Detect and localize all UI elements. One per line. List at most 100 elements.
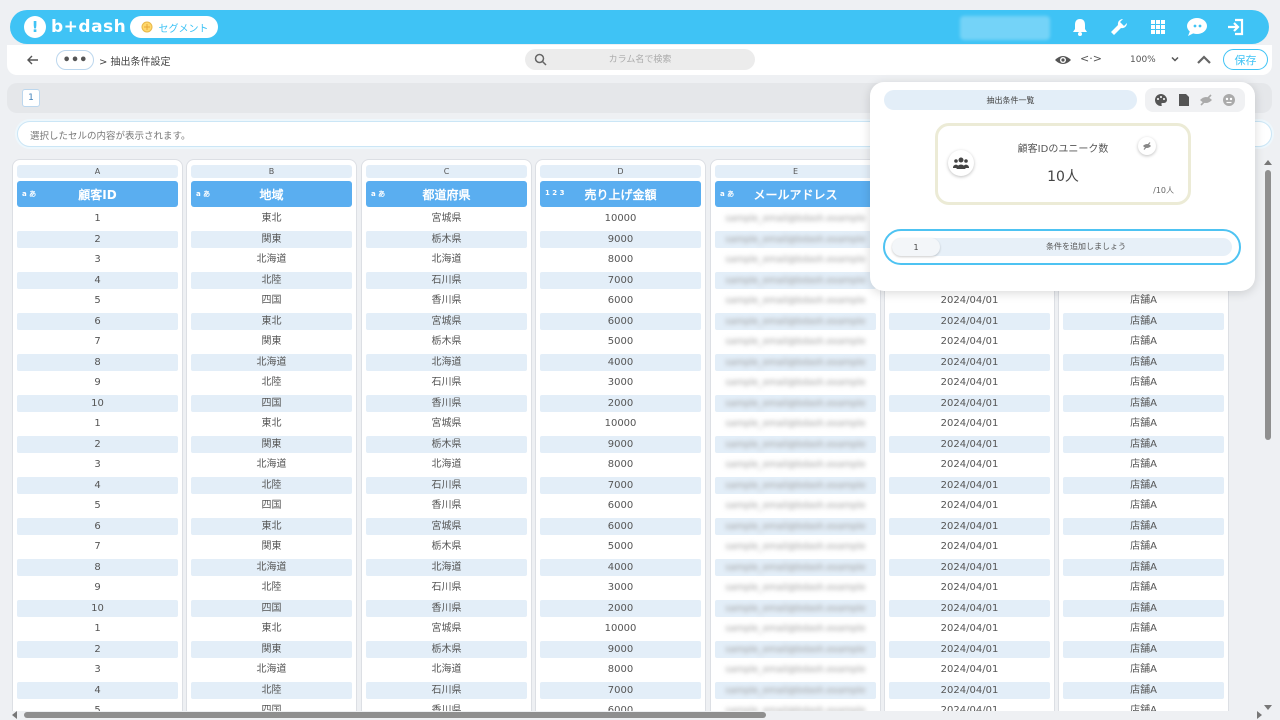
scroll-right-icon[interactable] (1257, 711, 1262, 719)
table-cell[interactable]: sample_email@bdash.example (715, 599, 876, 617)
scroll-up-icon[interactable] (1264, 160, 1272, 165)
table-cell[interactable]: 宮城県 (366, 210, 527, 227)
segment-button[interactable]: セグメント (130, 16, 218, 38)
column-width-icon[interactable]: <·> (1080, 52, 1102, 68)
table-cell[interactable]: 店舗A (1063, 497, 1224, 514)
table-cell[interactable]: 9 (17, 579, 178, 596)
table-cell[interactable]: 8000 (540, 456, 701, 473)
table-cell[interactable]: 店舗A (1063, 558, 1224, 576)
table-cell[interactable]: 北海道 (366, 661, 527, 678)
table-cell[interactable]: 2024/04/01 (889, 312, 1050, 330)
scroll-down-icon[interactable] (1264, 705, 1272, 710)
table-cell[interactable]: 9000 (540, 640, 701, 658)
table-cell[interactable]: 北海道 (191, 251, 352, 268)
table-cell[interactable]: sample_email@bdash.example (715, 497, 876, 514)
table-cell[interactable]: 4 (17, 271, 178, 289)
horizontal-scroll-thumb[interactable] (24, 712, 766, 718)
table-cell[interactable]: 3 (17, 661, 178, 678)
table-cell[interactable]: 2024/04/01 (889, 620, 1050, 637)
table-cell[interactable]: 7000 (540, 681, 701, 699)
hide-count-icon[interactable] (1138, 137, 1156, 155)
table-cell[interactable]: 店舗A (1063, 353, 1224, 371)
table-cell[interactable]: 店舗A (1063, 435, 1224, 453)
table-cell[interactable]: sample_email@bdash.example (715, 579, 876, 596)
table-cell[interactable]: 7 (17, 538, 178, 555)
table-cell[interactable]: 6000 (540, 312, 701, 330)
table-cell[interactable]: 6 (17, 517, 178, 535)
more-button[interactable]: ••• (56, 50, 94, 70)
search-input[interactable] (525, 49, 755, 70)
table-cell[interactable]: 栃木県 (366, 640, 527, 658)
table-cell[interactable]: sample_email@bdash.example (715, 435, 876, 453)
table-cell[interactable]: sample_email@bdash.example (715, 312, 876, 330)
eye-off-icon[interactable] (1199, 93, 1213, 107)
document-icon[interactable] (1177, 93, 1191, 107)
table-cell[interactable]: 1 (17, 210, 178, 227)
table-cell[interactable]: 北陸 (191, 476, 352, 494)
table-cell[interactable]: 10 (17, 599, 178, 617)
table-cell[interactable]: 2024/04/01 (889, 702, 1050, 711)
table-cell[interactable]: 4 (17, 681, 178, 699)
table-cell[interactable]: sample_email@bdash.example (715, 558, 876, 576)
table-cell[interactable]: 8 (17, 558, 178, 576)
table-cell[interactable]: 店舗A (1063, 476, 1224, 494)
table-cell[interactable]: 香川県 (366, 497, 527, 514)
table-cell[interactable]: 店舗A (1063, 579, 1224, 596)
table-cell[interactable]: 4000 (540, 353, 701, 371)
table-cell[interactable]: 栃木県 (366, 435, 527, 453)
table-cell[interactable]: 北陸 (191, 374, 352, 391)
table-cell[interactable]: 2024/04/01 (889, 538, 1050, 555)
table-cell[interactable]: sample_email@bdash.example (715, 374, 876, 391)
palette-icon[interactable] (1154, 93, 1168, 107)
table-cell[interactable]: 北海道 (191, 456, 352, 473)
table-cell[interactable]: 宮城県 (366, 415, 527, 432)
table-cell[interactable]: 8000 (540, 251, 701, 268)
table-cell[interactable]: 8 (17, 353, 178, 371)
eye-icon[interactable] (1054, 52, 1072, 68)
table-cell[interactable]: 北海道 (191, 353, 352, 371)
table-cell[interactable]: sample_email@bdash.example (715, 538, 876, 555)
zoom-select[interactable]: 100% (1107, 49, 1185, 71)
table-cell[interactable]: 店舗A (1063, 661, 1224, 678)
table-cell[interactable]: sample_email@bdash.example (715, 681, 876, 699)
table-cell[interactable]: 北海道 (191, 661, 352, 678)
table-cell[interactable]: sample_email@bdash.example (715, 251, 876, 268)
table-cell[interactable]: 2024/04/01 (889, 456, 1050, 473)
table-cell[interactable]: 2024/04/01 (889, 640, 1050, 658)
table-cell[interactable]: 店舗A (1063, 292, 1224, 309)
table-cell[interactable]: 東北 (191, 415, 352, 432)
table-cell[interactable]: 3000 (540, 374, 701, 391)
column-header[interactable]: a あ メールアドレス (715, 181, 876, 207)
table-cell[interactable]: 5000 (540, 538, 701, 555)
table-cell[interactable]: 東北 (191, 312, 352, 330)
table-cell[interactable]: 2024/04/01 (889, 292, 1050, 309)
table-cell[interactable]: 東北 (191, 620, 352, 637)
table-cell[interactable]: 2024/04/01 (889, 558, 1050, 576)
table-cell[interactable]: 2024/04/01 (889, 353, 1050, 371)
table-cell[interactable]: sample_email@bdash.example (715, 620, 876, 637)
scroll-left-icon[interactable] (12, 711, 17, 719)
table-cell[interactable]: sample_email@bdash.example (715, 394, 876, 412)
table-cell[interactable]: 店舗A (1063, 312, 1224, 330)
table-cell[interactable]: 店舗A (1063, 640, 1224, 658)
table-cell[interactable]: sample_email@bdash.example (715, 640, 876, 658)
table-cell[interactable]: 店舗A (1063, 538, 1224, 555)
table-cell[interactable]: 10000 (540, 415, 701, 432)
table-cell[interactable]: 2024/04/01 (889, 517, 1050, 535)
save-button[interactable]: 保存 (1223, 49, 1268, 70)
table-cell[interactable]: 5 (17, 702, 178, 711)
table-cell[interactable]: 6 (17, 312, 178, 330)
table-cell[interactable]: sample_email@bdash.example (715, 292, 876, 309)
table-cell[interactable]: 東北 (191, 210, 352, 227)
table-cell[interactable]: 10 (17, 394, 178, 412)
table-cell[interactable]: 四国 (191, 702, 352, 711)
table-cell[interactable]: 8000 (540, 661, 701, 678)
bell-icon[interactable] (1069, 16, 1091, 38)
table-cell[interactable]: 2024/04/01 (889, 661, 1050, 678)
table-cell[interactable]: 2000 (540, 599, 701, 617)
table-cell[interactable]: 四国 (191, 599, 352, 617)
column-header[interactable]: a あ 地域 (191, 181, 352, 207)
table-cell[interactable]: 1 (17, 415, 178, 432)
table-cell[interactable]: 石川県 (366, 374, 527, 391)
table-cell[interactable]: 四国 (191, 497, 352, 514)
